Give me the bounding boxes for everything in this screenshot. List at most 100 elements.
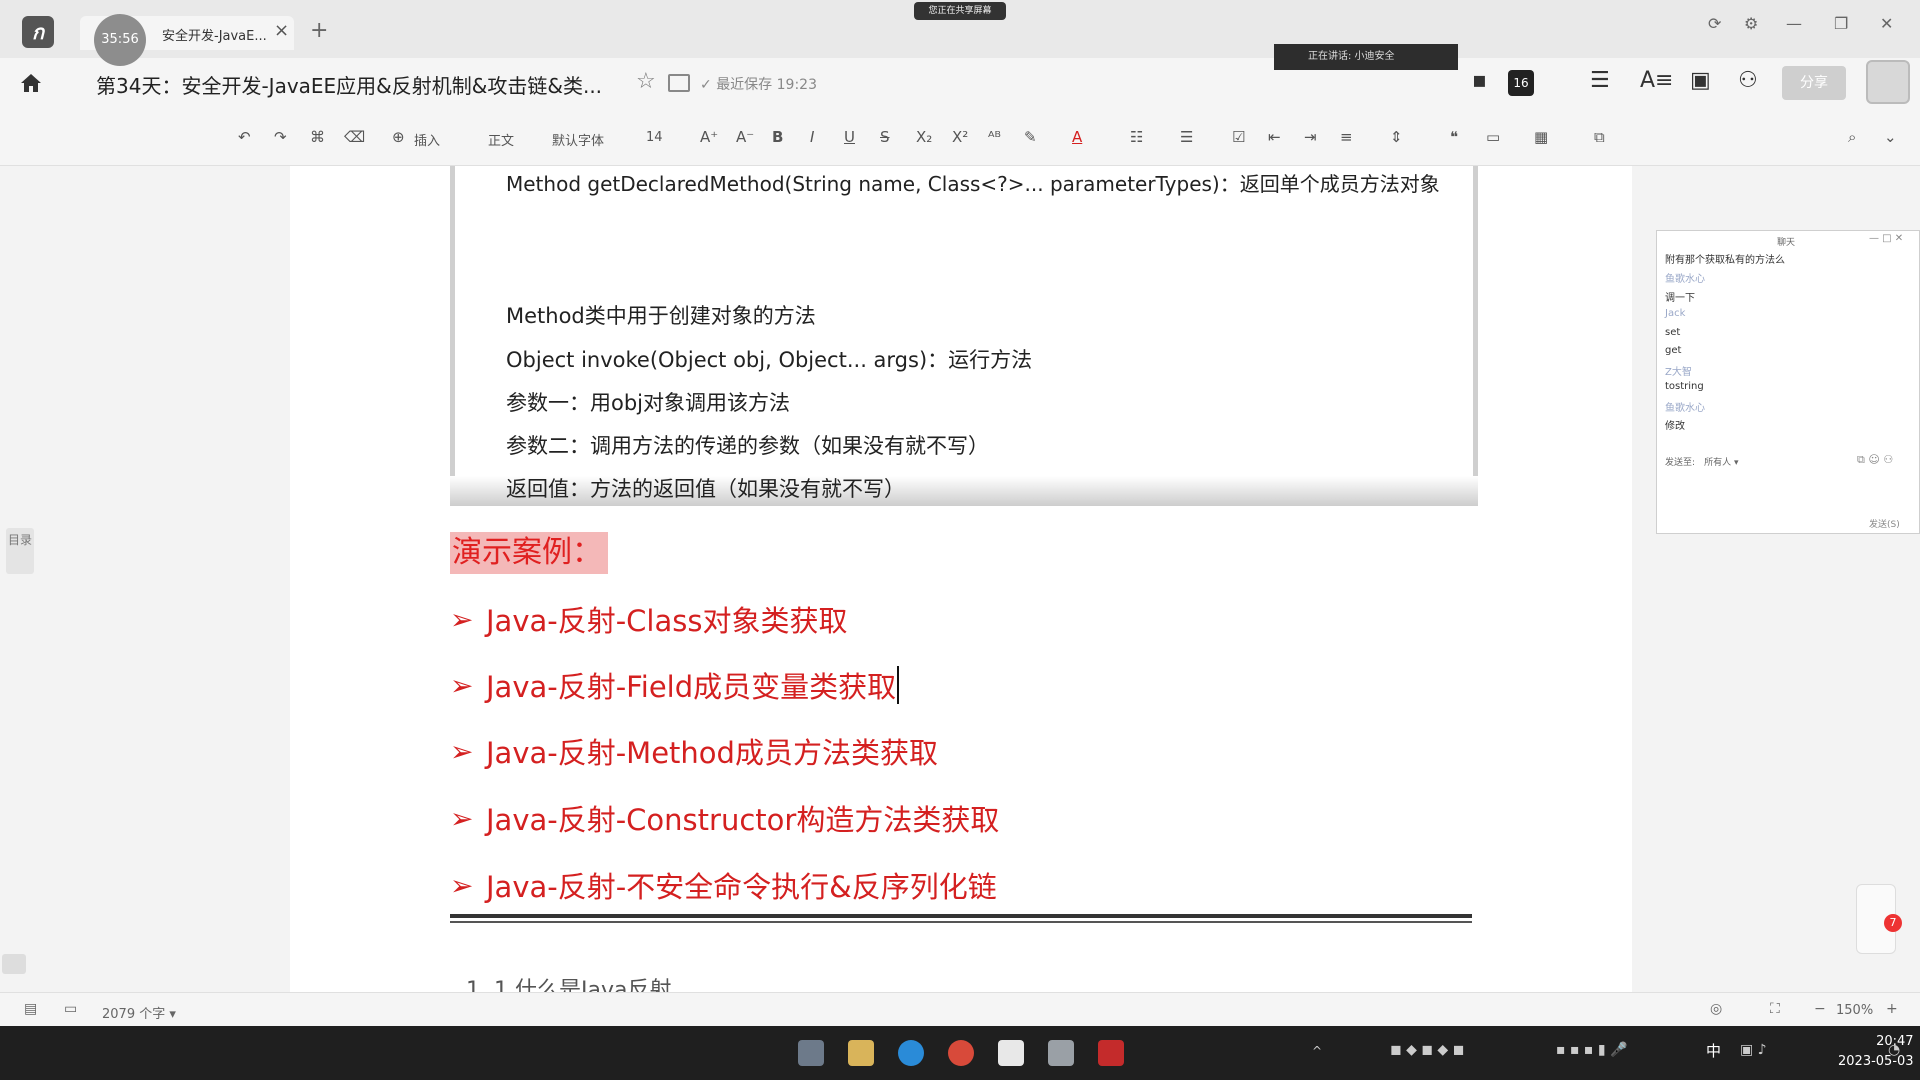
list-item[interactable]: ➢ Java-反射-Class对象类获取 [450, 598, 847, 642]
left-margin [0, 166, 290, 992]
document-title[interactable]: 第34天：安全开发-JavaEE应用&反射机制&攻击链&类... [96, 70, 602, 99]
highlighter-icon[interactable]: ✎ [1024, 128, 1037, 146]
outline-icon[interactable]: ▤ [24, 1001, 37, 1017]
text-style-icon[interactable]: A≡ [1640, 68, 1673, 93]
demo-case-heading: 演示案例： [450, 532, 608, 574]
chat-recipient[interactable]: 发送至: 所有人 ▾ [1665, 455, 1738, 468]
docs-app-icon[interactable] [998, 1040, 1024, 1066]
notification-center-icon[interactable]: ◔ [1888, 1042, 1900, 1058]
font-size-select[interactable]: 14 [646, 130, 663, 145]
checklist-icon[interactable]: ☑ [1232, 128, 1245, 146]
font-color-icon[interactable]: A [1072, 128, 1082, 146]
chat-window-controls[interactable]: — □ ✕ [1869, 233, 1903, 244]
chat-message: Z大智 [1665, 367, 1692, 378]
edge-icon[interactable] [898, 1040, 924, 1066]
home-icon[interactable] [18, 70, 44, 96]
tray-apps-icon[interactable]: ◼ ◆ ◼ ◆ ◼ [1390, 1042, 1464, 1058]
list-item[interactable]: ➢ Java-反射-不安全命令执行&反序列化链 [450, 864, 997, 908]
input-method-indicator[interactable]: 中 [1706, 1040, 1721, 1061]
settings-icon[interactable]: ⚙ [1744, 14, 1758, 33]
divider-icon[interactable]: ▭ [1486, 128, 1500, 146]
word-count[interactable]: 2079 个字 ▾ [102, 1003, 176, 1022]
start-icon[interactable] [798, 1040, 824, 1066]
more-insert-icon[interactable]: ⧉ [1594, 128, 1605, 146]
bold-icon[interactable]: B [772, 128, 783, 146]
highlight-text-icon[interactable]: ᴬᴮ [988, 128, 1001, 146]
directory-tab[interactable]: 目录 [6, 528, 34, 574]
outline-toggle[interactable] [2, 954, 26, 974]
strikethrough-icon[interactable]: S [880, 128, 890, 146]
decrease-font-icon[interactable]: A⁻ [736, 128, 754, 146]
star-icon[interactable]: ☆ [636, 69, 656, 94]
user-card-icon[interactable]: ▪ [1472, 68, 1487, 93]
participant-count-badge[interactable]: 16 [1508, 70, 1534, 96]
chat-message: 鱼歌水心 [1665, 403, 1705, 414]
minimize-icon[interactable]: — [1786, 14, 1802, 33]
fullscreen-icon[interactable]: ⛶ [1770, 1001, 1780, 1017]
refresh-icon[interactable]: ⟳ [1708, 14, 1721, 33]
photos-icon[interactable] [1048, 1040, 1074, 1066]
chevron-down-icon[interactable]: ⌄ [1884, 128, 1897, 146]
folder-icon[interactable] [668, 74, 690, 92]
file-explorer-icon[interactable] [848, 1040, 874, 1066]
system-clock[interactable]: 20:47 2023-05-03 [1838, 1032, 1914, 1072]
screen-share-indicator[interactable]: 您正在共享屏幕 [914, 2, 1006, 20]
bullet-list-icon[interactable]: ☷ [1130, 128, 1143, 146]
paragraph-style-select[interactable]: 正文 [488, 130, 514, 149]
location-icon[interactable]: ◎ [1710, 1001, 1722, 1017]
zoom-in-icon[interactable]: + [1886, 1001, 1898, 1017]
tray-expand-icon[interactable]: ^ [1312, 1044, 1322, 1058]
clear-format-icon[interactable]: ⌫ [344, 128, 365, 146]
share-button[interactable]: 分享 [1782, 66, 1846, 100]
close-icon[interactable]: × [274, 20, 289, 41]
zoom-level[interactable]: 150% [1836, 1003, 1873, 1018]
clock-date: 2023-05-03 [1838, 1054, 1914, 1069]
superscript-icon[interactable]: X² [952, 128, 968, 146]
chat-panel[interactable]: 聊天 — □ ✕ 附有那个获取私有的方法么 鱼歌水心 调一下 Jack set … [1656, 230, 1920, 534]
indent-icon[interactable]: ⇥ [1304, 128, 1317, 146]
undo-icon[interactable]: ↶ [238, 128, 251, 146]
search-icon[interactable]: ⌕ [1848, 128, 1856, 146]
maximize-icon[interactable]: ❐ [1834, 14, 1848, 33]
font-select[interactable]: 默认字体 [552, 130, 604, 149]
screen: ก 安全开发-JavaE... × 35:56 + 您正在共享屏幕 ⟳ ⚙ — … [0, 0, 1920, 1080]
numbered-list-icon[interactable]: ☰ [1180, 128, 1193, 146]
line-spacing-icon[interactable]: ⇕ [1390, 128, 1403, 146]
list-item-text: Java-反射-Method成员方法类获取 [486, 736, 938, 770]
avatar[interactable] [1866, 60, 1910, 104]
arrow-bullet-icon: ➢ [450, 668, 474, 702]
insert-icon[interactable]: ⊕ [392, 128, 405, 146]
align-icon[interactable]: ≡ [1340, 128, 1353, 146]
list-item[interactable]: ➢ Java-反射-Method成员方法类获取 [450, 730, 938, 774]
chat-tools-icon[interactable]: ⧉ ☺ ⚇ [1857, 453, 1893, 467]
list-item[interactable]: ➢ Java-反射-Constructor构造方法类获取 [450, 797, 999, 841]
collaborator-icon[interactable]: ⚇ [1738, 68, 1758, 93]
redo-icon[interactable]: ↷ [274, 128, 287, 146]
zoom-out-icon[interactable]: − [1814, 1001, 1826, 1017]
quote-icon[interactable]: ❝ [1450, 128, 1458, 146]
page-view-icon[interactable]: ▭ [64, 1001, 77, 1017]
chat-message: 附有那个获取私有的方法么 [1665, 255, 1785, 266]
subscript-icon[interactable]: X₂ [916, 128, 932, 146]
tray-status-icon[interactable]: ▪ ▪ ▪ ▮ 🎤 [1556, 1042, 1627, 1058]
app-logo-icon[interactable]: ก [22, 16, 54, 48]
insert-menu[interactable]: 插入 [414, 130, 440, 149]
notification-badge[interactable]: 7 [1884, 914, 1902, 932]
new-tab-icon[interactable]: + [310, 18, 328, 43]
format-painter-icon[interactable]: ⌘ [310, 128, 325, 146]
menu-icon[interactable]: ☰ [1590, 68, 1610, 93]
ide-icon[interactable] [1098, 1040, 1124, 1066]
present-icon[interactable]: ▣ [1690, 68, 1711, 93]
chat-send-button[interactable]: 发送(S) [1869, 517, 1900, 530]
window-close-icon[interactable]: ✕ [1880, 14, 1893, 33]
italic-icon[interactable]: I [810, 128, 814, 146]
list-item[interactable]: ➢ Java-反射-Field成员变量类获取 [450, 664, 900, 708]
chrome-icon[interactable] [948, 1040, 974, 1066]
save-status-text: 最近保存 19:23 [716, 77, 817, 93]
increase-font-icon[interactable]: A⁺ [700, 128, 718, 146]
table-icon[interactable]: ▦ [1534, 128, 1548, 146]
network-volume-icon[interactable]: ▣ ♪ [1740, 1042, 1767, 1058]
chat-message: Jack [1665, 308, 1686, 319]
outdent-icon[interactable]: ⇤ [1268, 128, 1281, 146]
underline-icon[interactable]: U [844, 128, 855, 146]
